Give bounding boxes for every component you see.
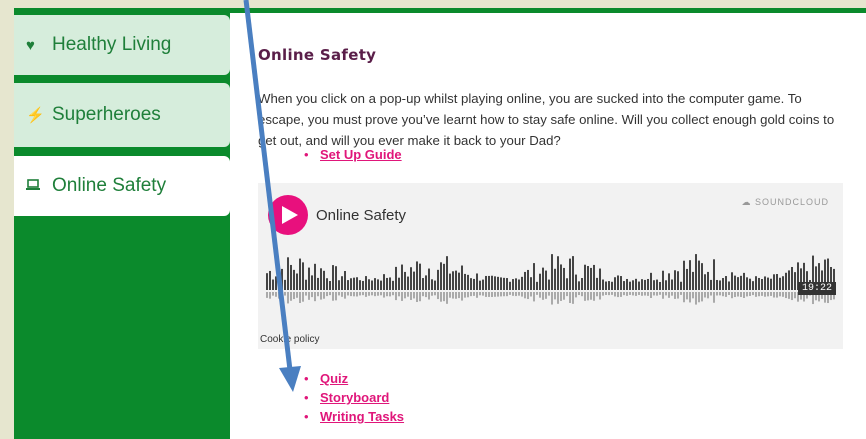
laptop-icon [26,178,52,195]
sidebar-item-label: Healthy Living [52,34,172,55]
sidebar-item-superheroes[interactable]: ⚡ Superheroes [14,83,230,147]
cookie-policy-link[interactable]: Cookie policy [260,334,319,345]
writing-tasks-link[interactable]: Writing Tasks [320,409,404,424]
sidebar: ♥ Healthy Living ⚡ Superheroes Online Sa… [14,13,230,439]
set-up-guide-link[interactable]: Set Up Guide [320,147,402,162]
play-icon [282,206,298,224]
page-title: Online Safety [258,46,377,64]
play-button[interactable] [268,195,308,235]
sidebar-item-label: Online Safety [52,175,167,196]
track-title[interactable]: Online Safety [316,207,406,224]
sidebar-item-online-safety[interactable]: Online Safety [14,156,230,216]
list-item: Storyboard [304,388,404,407]
duration-badge: 19:22 [798,282,837,295]
page-description: When you click on a pop-up whilst playin… [258,91,835,148]
waveform[interactable] [266,245,836,315]
cloud-icon: ☁ [741,197,752,207]
sidebar-item-label: Superheroes [52,104,161,125]
list-item: Set Up Guide [304,145,402,164]
soundcloud-brand: SOUNDCLOUD [754,197,829,207]
soundcloud-player: Online Safety ☁ SOUNDCLOUD 19:22 Cookie … [258,183,843,349]
heart-icon: ♥ [26,36,35,54]
storyboard-link[interactable]: Storyboard [320,390,389,405]
soundcloud-logo[interactable]: ☁ SOUNDCLOUD [741,197,829,208]
sidebar-item-healthy-living[interactable]: ♥ Healthy Living [14,15,230,75]
list-item: Writing Tasks [304,407,404,426]
lightning-icon: ⚡ [26,107,45,124]
quiz-link[interactable]: Quiz [320,371,348,386]
resource-links-bottom: Quiz Storyboard Writing Tasks [304,369,404,426]
list-item: Quiz [304,369,404,388]
resource-links-top: Set Up Guide [304,145,402,164]
